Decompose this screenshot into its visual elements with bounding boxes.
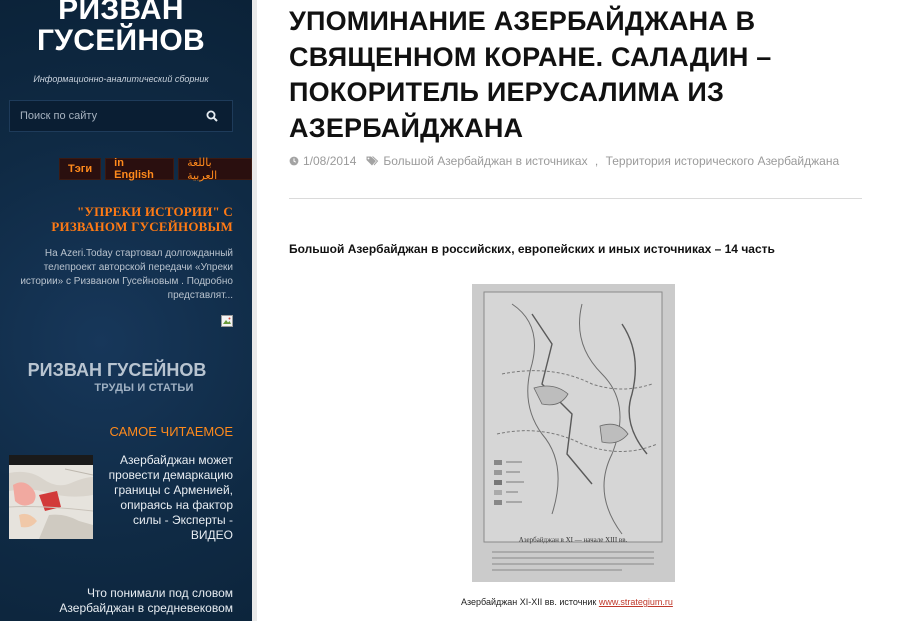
- search-input[interactable]: [10, 101, 192, 131]
- map-thumbnail-image: [9, 455, 93, 539]
- site-description: Информационно-аналитический сборник: [33, 74, 209, 84]
- author-subtitle: ТРУДЫ И СТАТЬИ: [94, 382, 194, 394]
- author-title[interactable]: РИЗВАН ГУСЕЙНОВ: [0, 360, 234, 381]
- caption-source-link[interactable]: www.strategium.ru: [599, 597, 673, 607]
- historical-map-image[interactable]: Азербайджан в XI — начале XIII вв.: [472, 284, 675, 582]
- english-link[interactable]: in English: [105, 157, 175, 181]
- sidebar: РИЗВАН ГУСЕЙНОВ Информационно-аналитичес…: [0, 0, 252, 621]
- most-read-heading: САМОЕ ЧИТАЕМОЕ: [109, 424, 233, 439]
- post-meta: 1/08/2014 Большой Азербайджан в источник…: [289, 154, 839, 168]
- meta-divider: [289, 198, 862, 199]
- search-icon: [206, 110, 218, 122]
- sidebar-post-2[interactable]: Что понимали под словом Азербайджан в ср…: [33, 586, 233, 616]
- post-date: 1/08/2014: [303, 154, 357, 168]
- tags-link[interactable]: Тэги: [59, 158, 102, 180]
- promo-title[interactable]: "УПРЕКИ ИСТОРИИ" С РИЗВАНОМ ГУСЕЙНОВЫМ: [33, 204, 233, 234]
- site-title-line1[interactable]: РИЗВАН: [0, 0, 242, 25]
- article-subheading: Большой Азербайджан в российских, европе…: [289, 242, 775, 256]
- post-thumbnail[interactable]: [9, 455, 93, 539]
- broken-image-icon[interactable]: [221, 315, 233, 327]
- post-title: УПОМИНАНИЕ АЗЕРБАЙДЖАНА В СВЯЩЕННОМ КОРА…: [289, 6, 772, 143]
- main-content: УПОМИНАНИЕ АЗЕРБАЙДЖАНА В СВЯЩЕННОМ КОРА…: [257, 0, 908, 621]
- search-button[interactable]: [192, 101, 232, 131]
- promo-text: На Azeri.Today стартовал долгожданный те…: [20, 248, 233, 301]
- map-drawing: Азербайджан в XI — начале XIII вв.: [472, 284, 675, 582]
- language-links: Тэги in English باللغة العربية: [59, 157, 252, 182]
- tags-icon: [366, 156, 379, 166]
- category-separator: ,: [591, 154, 602, 168]
- map-heading-text: Азербайджан в XI — начале XIII вв.: [519, 536, 628, 544]
- site-title[interactable]: РИЗВАН ГУСЕЙНОВ: [0, 0, 242, 56]
- image-caption: Азербайджан XI-XII вв. источник www.stra…: [461, 597, 673, 607]
- sidebar-post-1[interactable]: Азербайджан может провести демаркацию гр…: [103, 453, 233, 543]
- clock-icon: [289, 156, 299, 166]
- category-link-1[interactable]: Большой Азербайджан в источниках: [383, 154, 587, 168]
- caption-text: Азербайджан XI-XII вв. источник: [461, 597, 597, 607]
- search-box: [9, 100, 233, 132]
- arabic-link[interactable]: باللغة العربية: [178, 157, 252, 182]
- site-title-line2[interactable]: ГУСЕЙНОВ: [0, 25, 242, 56]
- category-link-2[interactable]: Территория исторического Азербайджана: [606, 154, 840, 168]
